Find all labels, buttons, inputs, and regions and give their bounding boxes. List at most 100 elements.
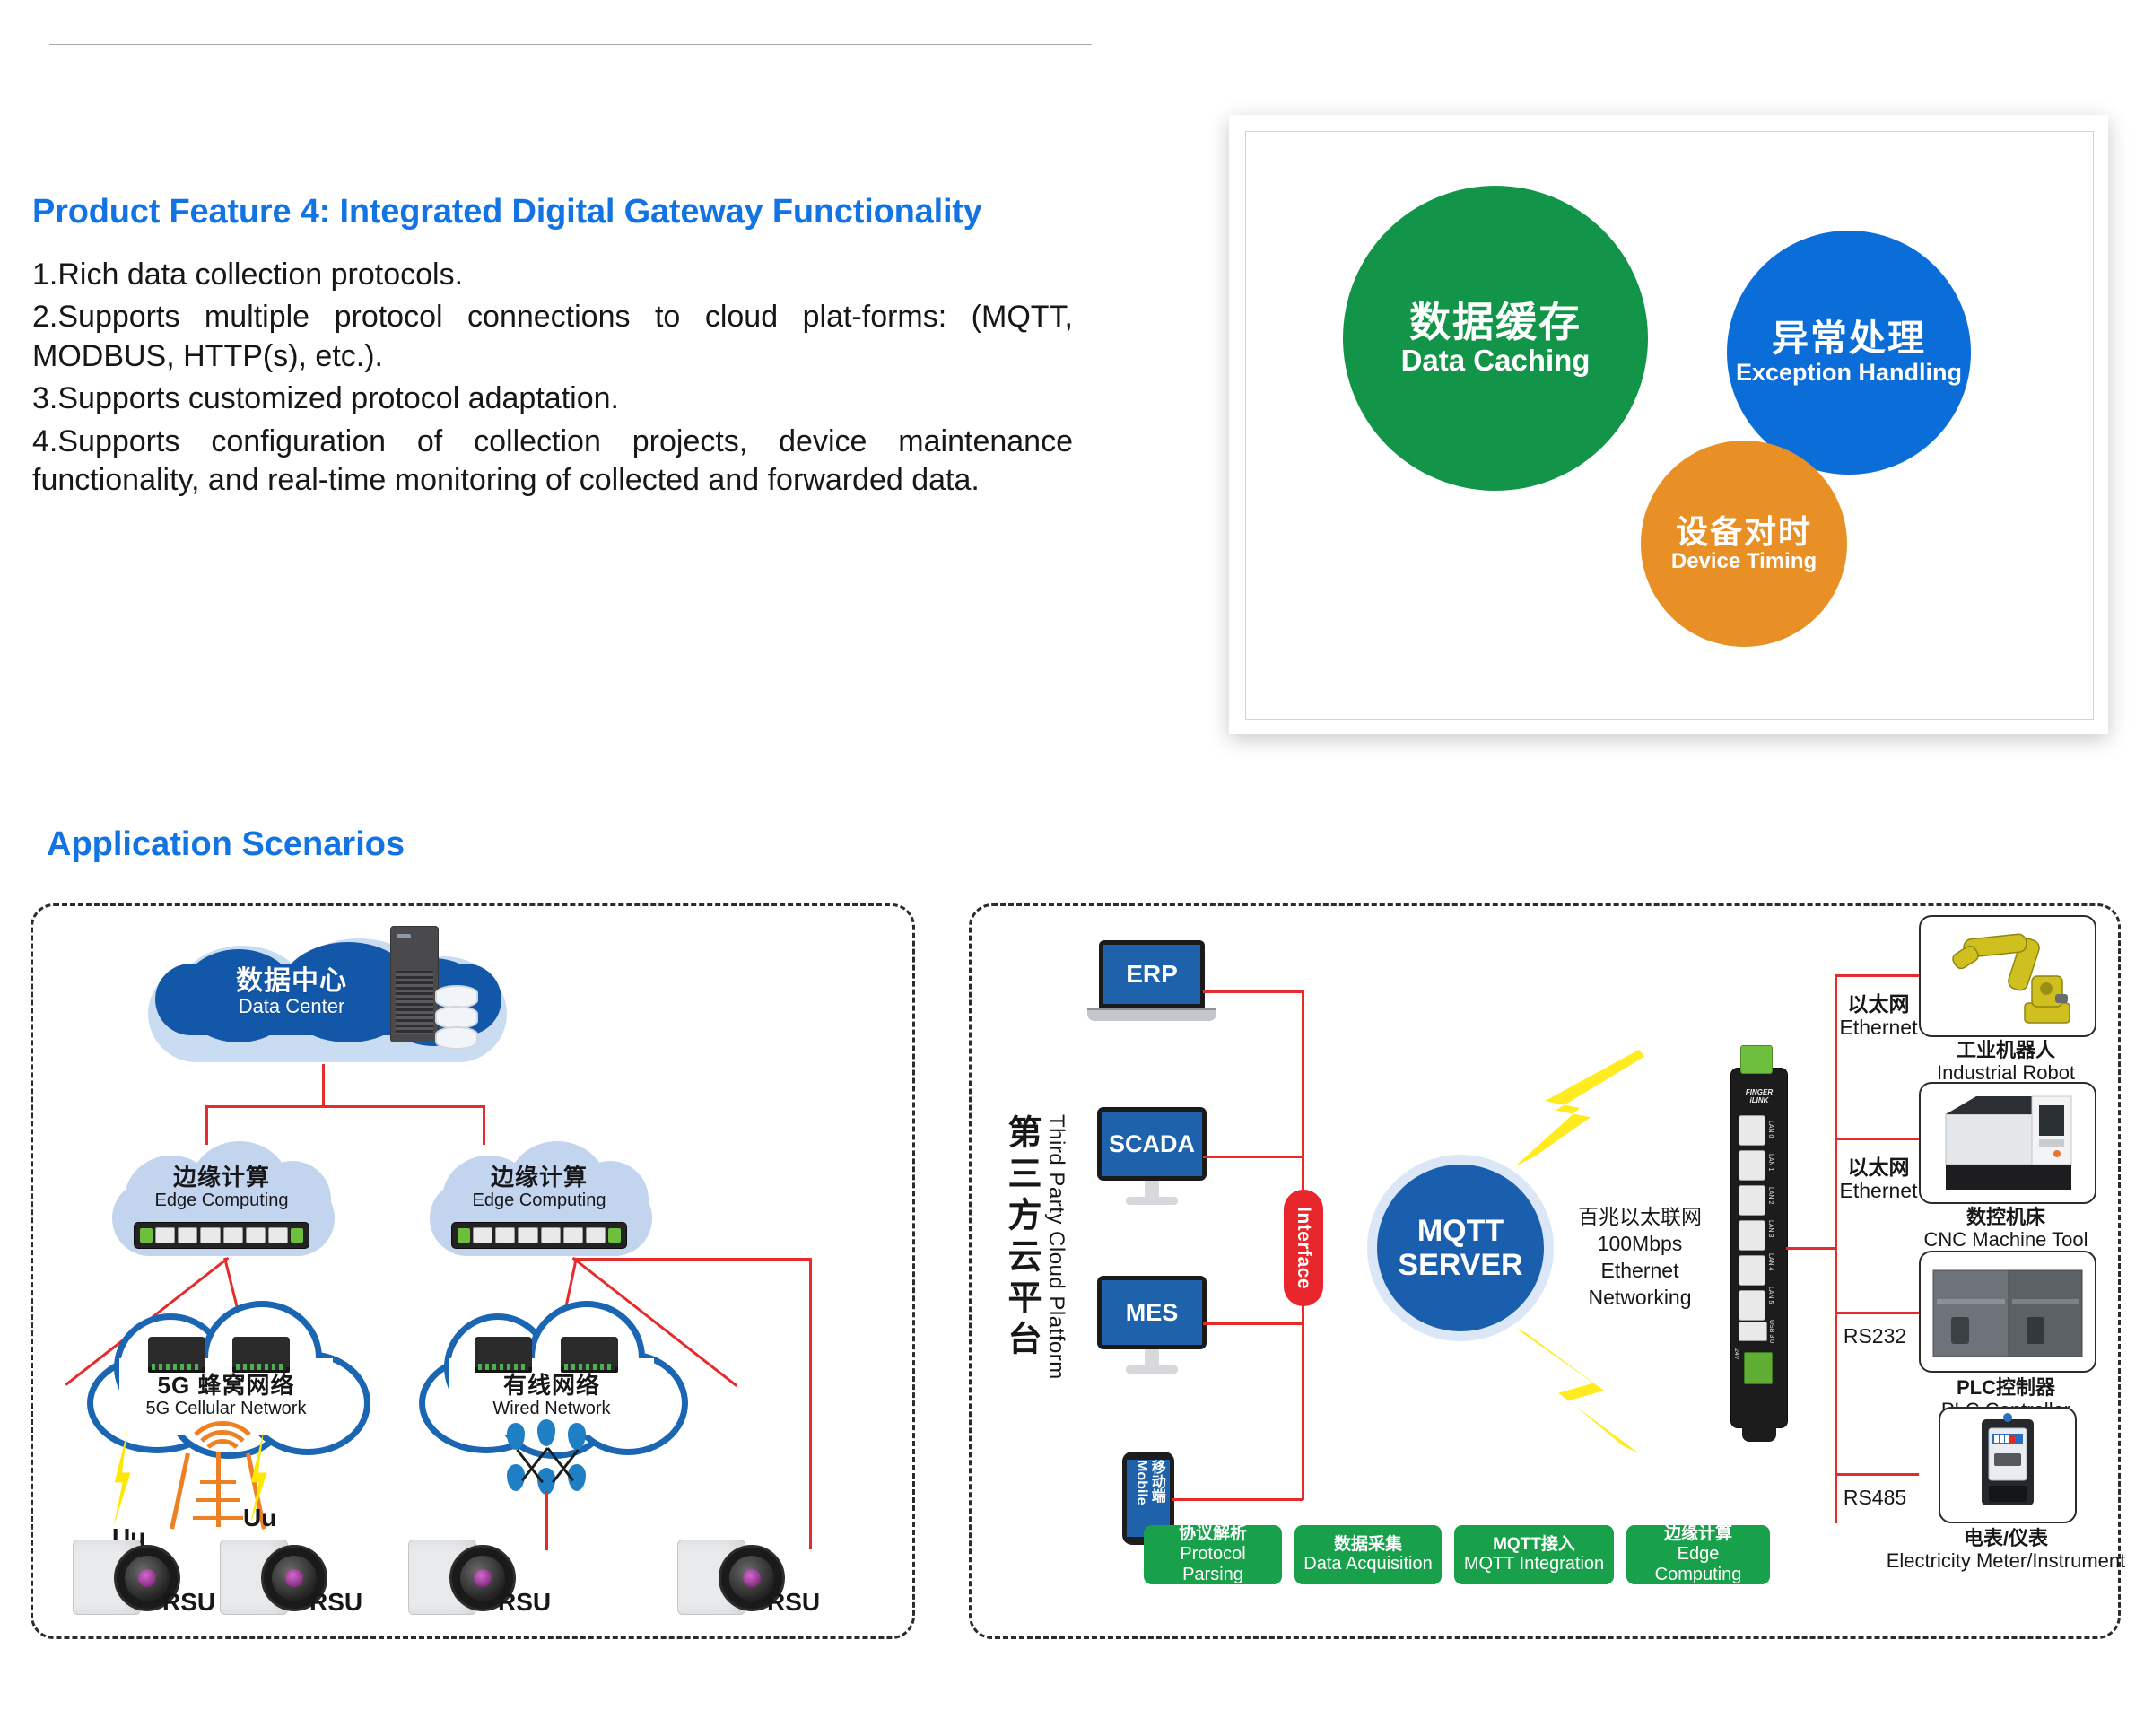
gateway-brand: FINGER iLINK [1731,1088,1787,1104]
scenario-panel-right: 第三方云平台 Third Party Cloud Platform ERP SC… [969,903,2125,1639]
bolt-upper [1515,1050,1644,1166]
feature-item-1: 1.Rich data collection protocols. [32,257,464,292]
client-mes[interactable]: MES [1097,1276,1207,1376]
client-mes-label: MES [1102,1280,1202,1345]
bubble-device-timing-en: Device Timing [1670,549,1817,574]
bubble-device-timing: 设备对时 Device Timing [1641,441,1847,647]
cloud-platform-title-cn: 第三方云平台 [1002,1114,1040,1362]
client-erp[interactable]: ERP [1087,940,1216,1023]
rsu-camera-4 [677,1534,785,1620]
device-caption-cnc-machine-cn: 数控机床 [1966,1206,2045,1228]
ethernet-note-l3: Ethernet [1600,1258,1679,1282]
pill-data-acquisition-cn: 数据采集 [1333,1534,1402,1554]
rsu-camera-3 [408,1534,516,1620]
wire-wired-to-rsu [545,1491,548,1550]
edge-computing-label-1-en: Edge Computing [154,1190,289,1210]
device-caption-cnc-machine-en: CNC Machine Tool [1923,1228,2088,1252]
rsu-camera-2 [220,1534,327,1620]
pill-mqtt-integration: MQTT接入 MQTT Integration [1454,1525,1614,1584]
data-center-label-cn: 数据中心 [236,966,347,996]
link-label-rs485: RS485 [1833,1486,1917,1509]
gateway-usb-port [1739,1322,1767,1341]
bubble-exception-handling-en: Exception Handling [1735,359,1963,387]
gateway-port-label-lan4: LAN 4 [1767,1253,1774,1271]
product-feature-block: Product Feature 4: Integrated Digital Ga… [32,193,1145,504]
page-title: Product Feature 4: Integrated Digital Ga… [32,193,982,231]
edge-computing-label-2-en: Edge Computing [472,1190,606,1210]
interface-badge: Interface [1284,1190,1323,1306]
gateway-capability-card: 数据缓存 Data Caching 异常处理 Exception Handlin… [1229,115,2108,734]
rsu-label-3: RSU [498,1588,552,1616]
link-label-rs232-en: RS232 [1843,1324,1907,1348]
modem-icon-2 [232,1337,290,1373]
ethernet-note-l2: 100Mbps [1597,1231,1683,1255]
cloud-5g-label: 5G 蜂窝网络 5G Cellular Network [100,1372,353,1419]
pill-data-acquisition: 数据采集 Data Acquisition [1294,1525,1442,1584]
cloud-wired-label: 有线网络 Wired Network [431,1372,672,1419]
mqtt-server-node: MQTT SERVER [1377,1165,1544,1331]
gateway-capability-canvas: 数据缓存 Data Caching 异常处理 Exception Handlin… [1245,131,2094,720]
scenario-panel-left: 数据中心 Data Center 边缘计算 Edge Computing 边缘计… [31,903,915,1639]
wire-to-plc [1835,1312,1919,1314]
gateway-brand-line1: FINGER [1745,1088,1774,1096]
gateway-port-label-lan5: LAN 5 [1767,1287,1774,1304]
gateway-port-lan1 [1739,1150,1765,1181]
device-caption-industrial-robot-en: Industrial Robot [1936,1061,2076,1085]
bubble-exception-handling-cn: 异常处理 [1772,318,1926,360]
ethernet-note-l4: Networking [1588,1285,1692,1309]
cloud-platform-title-en: Third Party Cloud Platform [1044,1114,1068,1380]
device-thumb-plc-controller [1919,1251,2096,1373]
feature-item-2: 2.Supports multiple protocol connections… [32,300,1073,373]
gateway-lan-ports [1739,1115,1765,1325]
gateway-mount-ear [1742,1427,1776,1442]
modem-icon-3 [475,1337,532,1373]
wire-dc-left [205,1105,208,1145]
feature-item-4: 4.Supports configuration of collection p… [32,423,1073,498]
link-label-ethernet-1-en: Ethernet [1839,1016,1918,1040]
pill-data-acquisition-en: Data Acquisition [1303,1554,1433,1575]
pill-protocol-parsing-en: Protocol Parsing [1180,1544,1246,1584]
edge-computing-label-1-cn: 边缘计算 [172,1164,270,1191]
bubble-data-caching: 数据缓存 Data Caching [1343,186,1648,491]
cloud-5g-label-cn: 5G 蜂窝网络 [157,1372,295,1399]
client-mobile-cn: 移动端 [1148,1460,1164,1503]
device-caption-industrial-robot-cn: 工业机器人 [1956,1039,2055,1061]
ethernet-note-l1: 百兆以太联网 [1578,1205,1702,1228]
modem-icon-1 [148,1337,205,1373]
link-label-ethernet-1-cn: 以太网 [1847,992,1910,1016]
gateway-port-lan0 [1739,1115,1765,1146]
device-thumb-cnc-machine [1919,1082,2096,1204]
wire-dc-right [483,1105,485,1145]
device-caption-industrial-robot: 工业机器人 Industrial Robot [1913,1039,2098,1085]
device-caption-electricity-meter: 电表/仪表 Electricity Meter/Instrument [1881,1527,2131,1573]
device-caption-electricity-meter-cn: 电表/仪表 [1963,1527,2049,1549]
device-caption-cnc-machine: 数控机床 CNC Machine Tool [1906,1206,2105,1252]
mqtt-server-line2: SERVER [1398,1248,1523,1282]
device-thumb-industrial-robot [1919,915,2096,1037]
device-caption-plc-controller-cn: PLC控制器 [1956,1376,2055,1399]
data-center-label: 数据中心 Data Center [184,966,399,1017]
wire-to-robot [1835,974,1919,977]
edge-gateway-device-2 [451,1222,627,1249]
gateway-port-label-lan2: LAN 2 [1767,1187,1774,1205]
link-label-ethernet-2-cn: 以太网 [1847,1156,1910,1179]
bubble-data-caching-en: Data Caching [1400,343,1591,377]
wire-gw-bus [1835,974,1837,1523]
client-mobile-en: Mobile [1134,1460,1149,1505]
gateway-port-lan5 [1739,1290,1765,1321]
wire-dc-branch [205,1105,485,1108]
client-erp-label: ERP [1103,945,1200,1004]
client-scada[interactable]: SCADA [1097,1107,1207,1208]
gateway-power-label: 24V [1733,1348,1739,1360]
gateway-port-lan2 [1739,1185,1765,1216]
wire-right-drop [809,1258,812,1549]
bubble-data-caching-cn: 数据缓存 [1409,298,1582,345]
database-disks-icon [435,985,478,1050]
feature-list: 1.Rich data collection protocols. 2.Supp… [32,256,1145,501]
pill-edge-computing-en: Edge Computing [1654,1544,1742,1584]
gateway-brand-line2: iLINK [1749,1096,1769,1105]
ethernet-note: 百兆以太联网 100Mbps Ethernet Networking [1555,1204,1725,1312]
rsu-label-1: RSU [162,1588,216,1616]
wire-mes [1203,1322,1303,1325]
edge-computing-label-1: 边缘计算 Edge Computing [132,1165,311,1210]
